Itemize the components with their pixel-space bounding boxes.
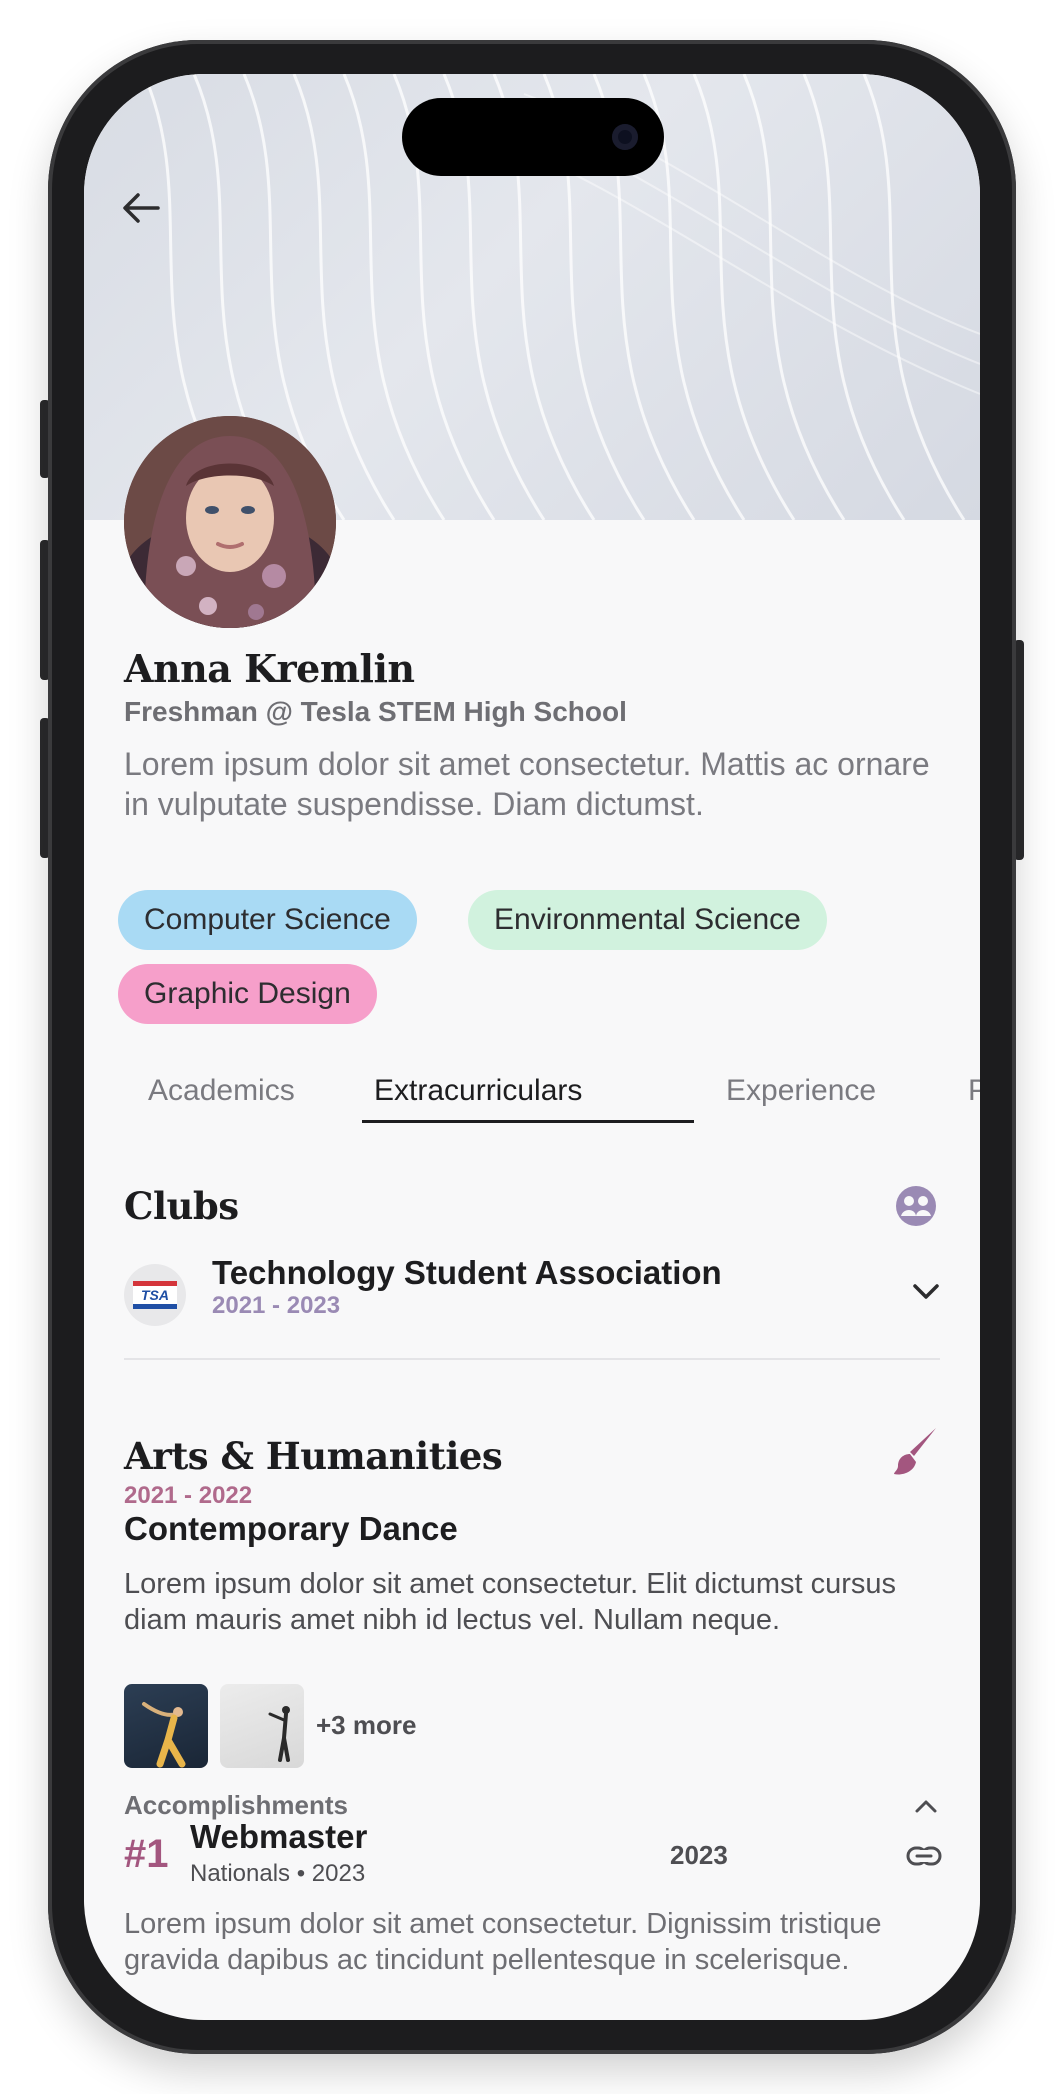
arts-entry-years: 2021 - 2022 (124, 1482, 253, 1509)
interest-chip-environmental-science[interactable]: Environmental Science (468, 890, 827, 950)
club-years: 2021 - 2023 (212, 1292, 341, 1319)
profile-bio: Lorem ipsum dolor sit amet consectetur. … (124, 746, 930, 822)
paintbrush-icon (892, 1428, 940, 1476)
accomplishment-meta: Nationals • 2023 (190, 1860, 366, 1887)
accomplishment-rank: #1 (124, 1832, 169, 1876)
interest-chip-computer-science[interactable]: Computer Science (118, 890, 417, 950)
more-media-link[interactable]: +3 more (316, 1710, 416, 1741)
accomplishment-title: Webmaster (190, 1818, 368, 1855)
chevron-up-icon[interactable] (906, 1786, 946, 1826)
avatar-portrait (124, 416, 336, 628)
profile-screen: Anna Kremlin Freshman @ Tesla STEM High … (84, 74, 980, 2020)
accomplishments-header: Accomplishments (124, 1790, 348, 1820)
arts-section-title: Arts & Humanities (124, 1434, 503, 1478)
interest-chip-graphic-design[interactable]: Graphic Design (118, 964, 377, 1024)
group-icon (892, 1182, 940, 1230)
tab-experience[interactable]: Experience (726, 1074, 876, 1114)
media-thumbnail[interactable] (220, 1684, 304, 1768)
tsa-logo: TSA (124, 1264, 186, 1326)
arrow-left-icon (123, 193, 160, 223)
club-name: Technology Student Association (212, 1254, 722, 1291)
profile-subtitle: Freshman @ Tesla STEM High School (124, 696, 627, 727)
front-camera (612, 124, 638, 150)
active-tab-indicator (362, 1120, 694, 1123)
media-thumbnail[interactable] (124, 1684, 208, 1768)
accomplishment-description: Lorem ipsum dolor sit amet consectetur. … (124, 1908, 882, 1976)
device-stage: Anna Kremlin Freshman @ Tesla STEM High … (0, 0, 1064, 2094)
arts-entry-description: Lorem ipsum dolor sit amet consectetur. … (124, 1568, 897, 1636)
tab-overflow[interactable]: P (968, 1074, 980, 1114)
back-button[interactable] (122, 192, 182, 252)
tab-academics[interactable]: Academics (148, 1074, 295, 1114)
profile-name: Anna Kremlin (124, 646, 415, 691)
tsa-logo-text: TSA (141, 1287, 169, 1303)
section-divider (124, 1358, 940, 1360)
chevron-down-icon[interactable] (906, 1272, 946, 1312)
dynamic-island (402, 98, 664, 176)
avatar[interactable] (124, 416, 336, 628)
accomplishment-year: 2023 (670, 1840, 728, 1870)
link-icon[interactable] (902, 1834, 946, 1878)
clubs-section-title: Clubs (124, 1184, 239, 1228)
arts-entry-title: Contemporary Dance (124, 1510, 458, 1547)
tab-extracurriculars[interactable]: Extracurriculars (374, 1074, 582, 1114)
